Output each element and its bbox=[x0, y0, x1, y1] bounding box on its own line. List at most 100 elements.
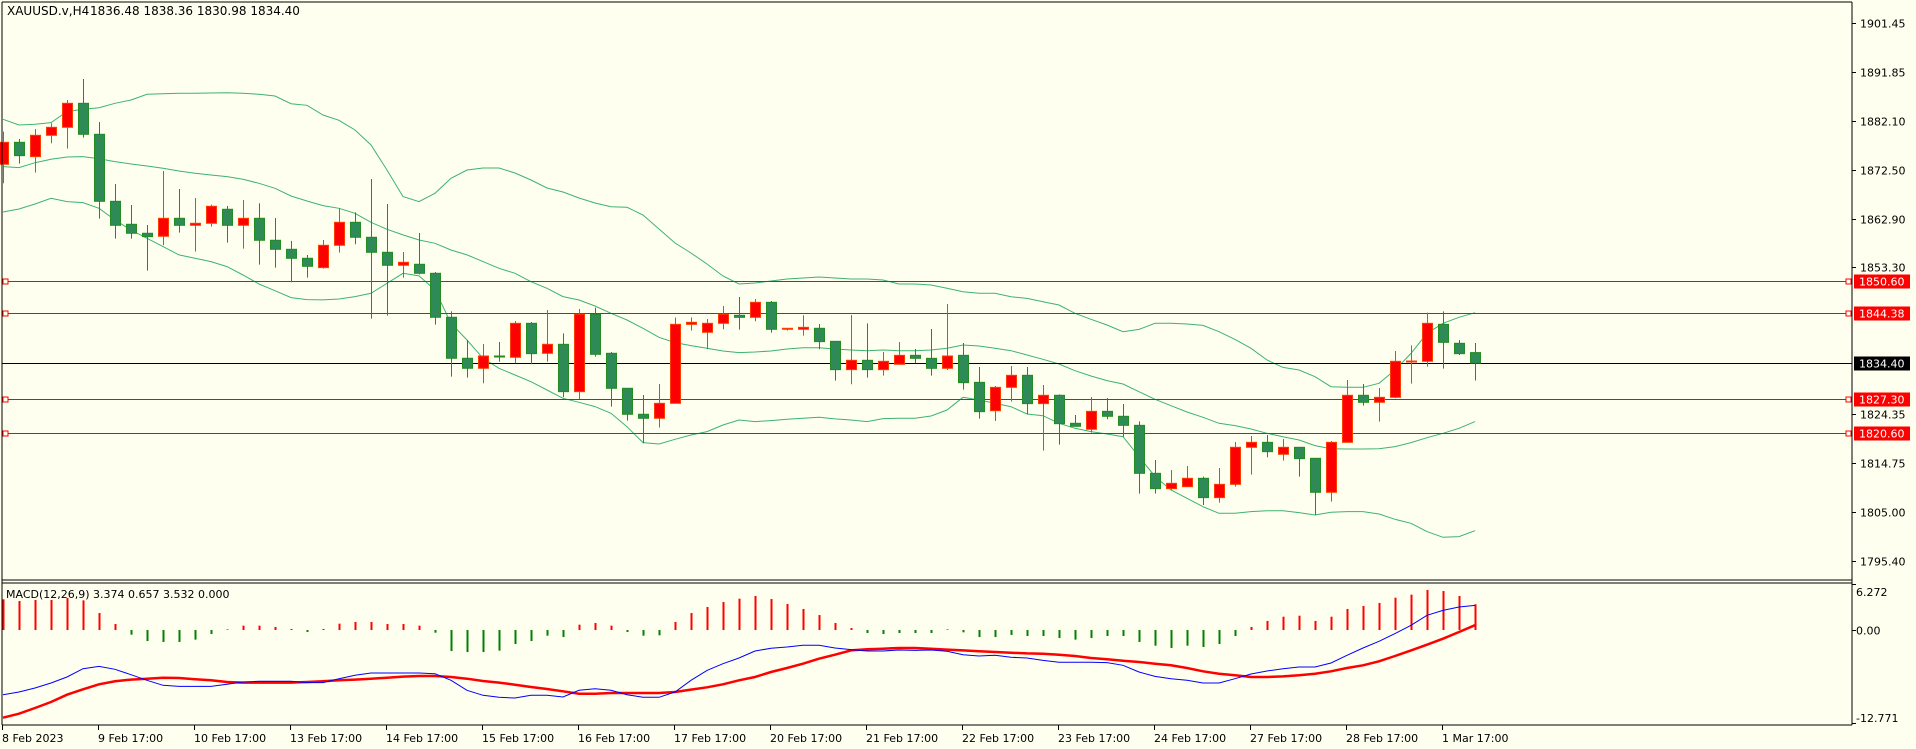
time-tick-label: 21 Feb 17:00 bbox=[866, 732, 938, 745]
candle-body bbox=[334, 221, 345, 246]
candle-body bbox=[702, 322, 713, 333]
candle-body bbox=[30, 134, 41, 158]
price-tag-label: 1850.60 bbox=[1859, 276, 1905, 289]
candle-body bbox=[1438, 323, 1449, 343]
candle-body bbox=[1374, 396, 1385, 403]
candle-bullish bbox=[1326, 440, 1337, 502]
price-tick-label: 1853.30 bbox=[1860, 262, 1906, 275]
time-tick-label: 27 Feb 17:00 bbox=[1250, 732, 1322, 745]
candle-body bbox=[990, 386, 1001, 412]
candle-body bbox=[1038, 394, 1049, 405]
candle-body bbox=[1150, 472, 1161, 490]
candle-body bbox=[1006, 374, 1017, 388]
candle-body bbox=[1102, 410, 1113, 417]
candle-body bbox=[686, 321, 697, 325]
candle-body bbox=[1086, 410, 1097, 430]
time-tick-label: 15 Feb 17:00 bbox=[482, 732, 554, 745]
price-tag-label: 1820.60 bbox=[1859, 428, 1905, 441]
candle-body bbox=[942, 355, 953, 369]
candle-body bbox=[1422, 322, 1433, 362]
candle-body bbox=[878, 360, 889, 371]
price-tick-label: 1901.45 bbox=[1860, 18, 1906, 31]
candle-body bbox=[766, 301, 777, 330]
candle-body bbox=[638, 413, 649, 419]
candle-body bbox=[1294, 446, 1305, 460]
line-anchor-right[interactable] bbox=[1845, 430, 1852, 437]
candle-bearish bbox=[766, 301, 777, 333]
candle-bullish bbox=[1230, 441, 1241, 487]
candle-body bbox=[750, 301, 761, 318]
candle-body bbox=[94, 133, 105, 202]
price-tick-label: 1891.85 bbox=[1860, 67, 1906, 80]
candle-body bbox=[526, 322, 537, 355]
candle-body bbox=[1390, 360, 1401, 398]
candle-body bbox=[654, 402, 665, 419]
time-tick-label: 14 Feb 17:00 bbox=[386, 732, 458, 745]
candle-body bbox=[510, 322, 521, 358]
candle-body bbox=[110, 200, 121, 226]
line-anchor-left[interactable] bbox=[2, 278, 9, 285]
candle-body bbox=[430, 272, 441, 318]
line-anchor-left[interactable] bbox=[2, 396, 9, 403]
candle-body bbox=[1358, 394, 1369, 403]
macd-header: MACD(12,26,9) 3.374 0.657 3.532 0.000 bbox=[6, 588, 230, 601]
candle-body bbox=[910, 354, 921, 359]
candle-body bbox=[862, 359, 873, 371]
candle-body bbox=[1166, 482, 1177, 490]
line-anchor-left[interactable] bbox=[2, 310, 9, 317]
candle-body bbox=[798, 326, 809, 330]
candle-body bbox=[1310, 457, 1321, 493]
candle-body bbox=[0, 141, 9, 165]
candle-body bbox=[894, 354, 905, 365]
candle-body bbox=[270, 239, 281, 250]
candle-body bbox=[366, 236, 377, 253]
price-tag-label: 1844.38 bbox=[1859, 308, 1905, 321]
candle-body bbox=[558, 343, 569, 393]
price-tick-label: 1814.75 bbox=[1860, 458, 1906, 471]
time-tick-label: 13 Feb 17:00 bbox=[290, 732, 362, 745]
macd-tick-label: -12.771 bbox=[1856, 712, 1898, 725]
candle-body bbox=[46, 126, 57, 136]
ohlc-readout: 1836.48 1838.36 1830.98 1834.40 bbox=[90, 4, 300, 18]
candle-body bbox=[734, 314, 745, 318]
time-tick-label: 17 Feb 17:00 bbox=[674, 732, 746, 745]
price-chart[interactable]: 1850.60 1844.38 1827.30 1820.60 1834.40 1901.… bbox=[0, 0, 1916, 749]
candle-body bbox=[1118, 415, 1129, 426]
candle-bullish bbox=[574, 308, 585, 399]
line-anchor-left[interactable] bbox=[2, 430, 9, 437]
line-anchor-right[interactable] bbox=[1845, 396, 1852, 403]
time-tick-label: 28 Feb 17:00 bbox=[1346, 732, 1418, 745]
time-tick-label: 10 Feb 17:00 bbox=[194, 732, 266, 745]
line-anchor-right[interactable] bbox=[1845, 310, 1852, 317]
candle-body bbox=[1022, 374, 1033, 405]
candle-body bbox=[190, 222, 201, 226]
candle-body bbox=[1054, 394, 1065, 425]
candle-body bbox=[62, 102, 73, 128]
candle-bullish bbox=[510, 320, 521, 364]
candle-body bbox=[718, 313, 729, 324]
macd-tick-label: 0.00 bbox=[1856, 625, 1881, 638]
candle-body bbox=[1406, 360, 1417, 363]
candle-bearish bbox=[590, 307, 601, 357]
candle-body bbox=[1326, 441, 1337, 493]
candle-body bbox=[782, 327, 793, 330]
price-tick-label: 1882.10 bbox=[1860, 116, 1906, 129]
candle-body bbox=[1214, 483, 1225, 499]
time-tick-label: 16 Feb 17:00 bbox=[578, 732, 650, 745]
candle-body bbox=[462, 357, 473, 369]
price-tick-label: 1805.00 bbox=[1860, 507, 1906, 520]
candle-body bbox=[14, 141, 25, 157]
candle-body bbox=[350, 221, 361, 238]
candle-body bbox=[574, 313, 585, 393]
candle-body bbox=[1070, 422, 1081, 427]
candle-bullish bbox=[670, 317, 681, 404]
time-tick-label: 8 Feb 2023 bbox=[2, 732, 63, 745]
candle-body bbox=[1278, 446, 1289, 455]
price-tick-label: 1824.35 bbox=[1860, 409, 1906, 422]
candle-body bbox=[926, 357, 937, 369]
line-anchor-right[interactable] bbox=[1845, 278, 1852, 285]
candle-body bbox=[1134, 424, 1145, 474]
candle-body bbox=[846, 359, 857, 371]
time-tick-label: 24 Feb 17:00 bbox=[1154, 732, 1226, 745]
candle-body bbox=[670, 323, 681, 404]
